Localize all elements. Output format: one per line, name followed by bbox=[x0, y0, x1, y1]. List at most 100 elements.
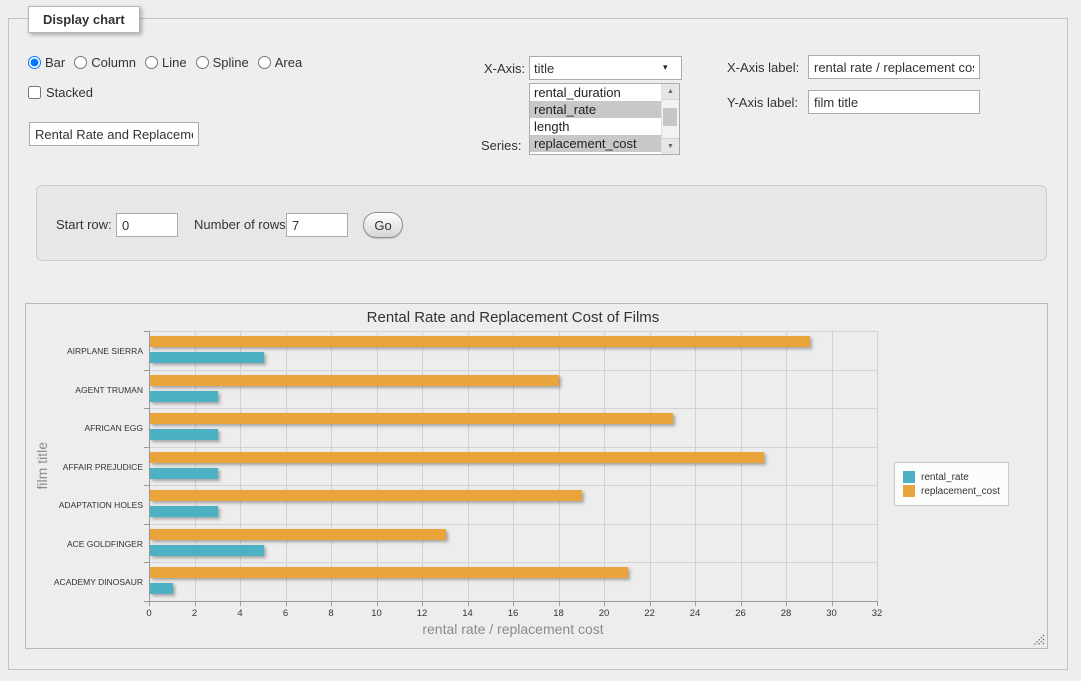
grid-line-v bbox=[468, 331, 469, 601]
x-tick-label: 22 bbox=[644, 608, 655, 619]
chart-title: Rental Rate and Replacement Cost of Film… bbox=[149, 309, 877, 326]
chart-type-radio-column[interactable] bbox=[74, 56, 87, 69]
grid-line-h bbox=[149, 485, 877, 486]
x-tick-label: 8 bbox=[328, 608, 333, 619]
grid-line-v bbox=[377, 331, 378, 601]
x-tick-label: 4 bbox=[237, 608, 242, 619]
x-tick-label: 28 bbox=[781, 608, 792, 619]
stacked-checkbox-row: Stacked bbox=[28, 85, 93, 100]
x-tick-label: 14 bbox=[462, 608, 473, 619]
series-option-length[interactable]: length bbox=[530, 118, 661, 135]
chart-legend: rental_rate replacement_cost bbox=[894, 462, 1009, 506]
grid-line-v bbox=[559, 331, 560, 601]
y-axis-title-wrap: film title bbox=[32, 331, 52, 601]
x-tick-label: 6 bbox=[283, 608, 288, 619]
chart-type-option-bar: Bar bbox=[28, 55, 65, 70]
grid-line-v bbox=[695, 331, 696, 601]
x-tick-label: 12 bbox=[417, 608, 428, 619]
x-tick-label: 30 bbox=[826, 608, 837, 619]
chart-type-option-line: Line bbox=[145, 55, 187, 70]
y-axis-title: film title bbox=[34, 442, 50, 489]
bar-rental_rate bbox=[150, 545, 264, 556]
legend-item-rental_rate[interactable]: rental_rate bbox=[903, 471, 1000, 483]
x-tick-label: 32 bbox=[872, 608, 883, 619]
x-axis-select-label: X-Axis: bbox=[484, 61, 525, 76]
chart-type-radio-group: Bar Column Line Spline Area bbox=[28, 55, 311, 70]
x-tick-label: 24 bbox=[690, 608, 701, 619]
legend-label-rental_rate: rental_rate bbox=[921, 472, 969, 483]
grid-line-v bbox=[832, 331, 833, 601]
x-tick-label: 10 bbox=[371, 608, 382, 619]
chart-type-radio-bar[interactable] bbox=[28, 56, 41, 69]
bar-replacement_cost bbox=[150, 375, 559, 386]
bar-replacement_cost bbox=[150, 567, 628, 578]
grid-line-v bbox=[604, 331, 605, 601]
grid-line-v bbox=[650, 331, 651, 601]
chart-type-label-column: Column bbox=[91, 55, 136, 70]
bar-rental_rate bbox=[150, 506, 218, 517]
x-axis-select[interactable]: title bbox=[529, 56, 682, 80]
stacked-label: Stacked bbox=[46, 85, 93, 100]
bar-rental_rate bbox=[150, 391, 218, 402]
grid-line-h bbox=[149, 524, 877, 525]
x-tick bbox=[877, 601, 878, 606]
scroll-up-icon[interactable]: ▲ bbox=[662, 84, 679, 100]
grid-line-h bbox=[149, 562, 877, 563]
number-of-rows-input[interactable] bbox=[286, 213, 348, 237]
y-axis-label-caption: Y-Axis label: bbox=[727, 95, 798, 110]
series-listbox[interactable]: rental_durationrental_ratelengthreplacem… bbox=[529, 83, 680, 155]
x-tick-label: 2 bbox=[192, 608, 197, 619]
bar-rental_rate bbox=[150, 352, 264, 363]
scroll-down-icon[interactable]: ▼ bbox=[662, 138, 679, 154]
grid-line-v bbox=[877, 331, 878, 601]
grid-line-v bbox=[741, 331, 742, 601]
chart-type-option-spline: Spline bbox=[196, 55, 249, 70]
chart-type-radio-spline[interactable] bbox=[196, 56, 209, 69]
bar-replacement_cost bbox=[150, 413, 673, 424]
row-controls-panel: Start row: Number of rows: Go bbox=[36, 185, 1047, 261]
stacked-checkbox[interactable] bbox=[28, 86, 41, 99]
grid-line-h bbox=[149, 370, 877, 371]
chart-type-label-line: Line bbox=[162, 55, 187, 70]
bar-replacement_cost bbox=[150, 336, 810, 347]
x-tick-label: 26 bbox=[735, 608, 746, 619]
scrollbar-thumb[interactable] bbox=[663, 108, 677, 126]
series-option-replacement_cost[interactable]: replacement_cost bbox=[530, 135, 661, 152]
chart: Rental Rate and Replacement Cost of Film… bbox=[25, 303, 1048, 649]
chart-type-radio-area[interactable] bbox=[258, 56, 271, 69]
legend-label-replacement_cost: replacement_cost bbox=[921, 486, 1000, 497]
resize-handle-icon[interactable] bbox=[1033, 634, 1045, 646]
bar-replacement_cost bbox=[150, 529, 446, 540]
grid-line-v bbox=[786, 331, 787, 601]
y-axis-label-input[interactable] bbox=[808, 90, 980, 114]
x-tick-label: 16 bbox=[508, 608, 519, 619]
chart-type-option-area: Area bbox=[258, 55, 302, 70]
bar-rental_rate bbox=[150, 583, 173, 594]
series-list-label: Series: bbox=[481, 138, 521, 153]
chart-type-label-area: Area bbox=[275, 55, 302, 70]
x-axis-title: rental rate / replacement cost bbox=[149, 621, 877, 637]
start-row-input[interactable] bbox=[116, 213, 178, 237]
bar-replacement_cost bbox=[150, 452, 764, 463]
series-option-rental_duration[interactable]: rental_duration bbox=[530, 84, 661, 101]
series-option-rental_rate[interactable]: rental_rate bbox=[530, 101, 661, 118]
chart-type-label-bar: Bar bbox=[45, 55, 65, 70]
grid-line-v bbox=[286, 331, 287, 601]
x-tick-label: 20 bbox=[599, 608, 610, 619]
grid-line-v bbox=[513, 331, 514, 601]
legend-swatch-replacement_cost bbox=[903, 485, 915, 497]
x-axis-label-input[interactable] bbox=[808, 55, 980, 79]
series-scrollbar[interactable]: ▲ ▼ bbox=[661, 84, 679, 154]
panel-legend: Display chart bbox=[28, 6, 140, 33]
grid-line-v bbox=[240, 331, 241, 601]
number-of-rows-label: Number of rows: bbox=[194, 217, 289, 232]
chart-title-input[interactable] bbox=[29, 122, 199, 146]
legend-item-replacement_cost[interactable]: replacement_cost bbox=[903, 485, 1000, 497]
chart-type-option-column: Column bbox=[74, 55, 136, 70]
bar-replacement_cost bbox=[150, 490, 582, 501]
bar-rental_rate bbox=[150, 468, 218, 479]
chart-type-radio-line[interactable] bbox=[145, 56, 158, 69]
go-button[interactable]: Go bbox=[363, 212, 403, 238]
y-axis-line bbox=[149, 331, 150, 601]
x-axis-line bbox=[149, 601, 877, 602]
